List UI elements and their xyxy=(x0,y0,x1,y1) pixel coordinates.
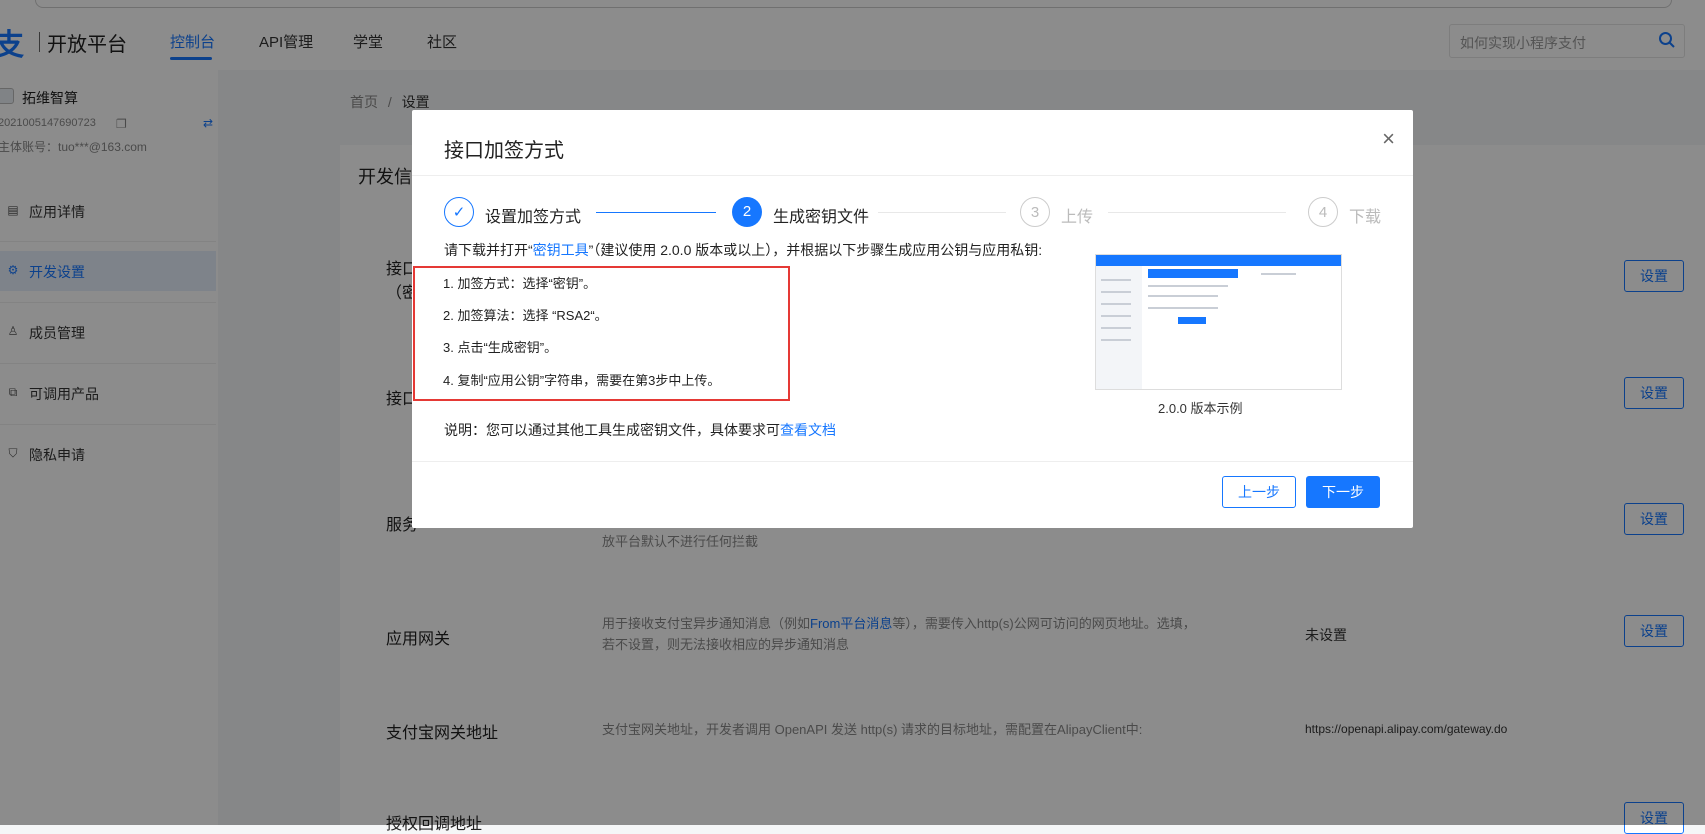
modal-divider xyxy=(412,175,1413,176)
example-line xyxy=(1101,291,1131,293)
sign-method-modal: 接口加签方式 × ✓ 设置加签方式 2 生成密钥文件 3 上传 4 下载 请下载… xyxy=(412,110,1413,528)
example-line xyxy=(1101,279,1131,281)
example-titlebar xyxy=(1096,255,1341,266)
page: 支 开放平台 控制台 API管理 学堂 社区 如何实现小程序支付 拓维智算 20… xyxy=(0,0,1705,834)
modal-footer-divider xyxy=(412,461,1413,462)
instruction-item: 2. 加签算法：选择 “RSA2“。 xyxy=(443,308,608,323)
example-line xyxy=(1148,307,1218,309)
example-line xyxy=(1101,339,1131,341)
example-line xyxy=(1148,285,1228,287)
step-2-number: 2 xyxy=(732,197,762,227)
intro-part-1: 请下载并打开“ xyxy=(444,242,533,258)
intro-part-2: ”（建议使用 2.0.0 版本或以上），并根据以下步骤生成应用公钥与应用私钥: xyxy=(588,242,1043,258)
example-line xyxy=(1148,295,1218,297)
step-connector xyxy=(596,212,716,213)
step-1-label: 设置加签方式 xyxy=(485,209,582,226)
view-docs-link[interactable]: 查看文档 xyxy=(780,422,836,438)
step-connector xyxy=(1108,212,1286,213)
instruction-item: 1. 加签方式：选择“密钥”。 xyxy=(443,276,597,291)
example-button xyxy=(1178,317,1206,324)
modal-title: 接口加签方式 xyxy=(444,140,564,162)
step-3-number: 3 xyxy=(1020,197,1050,227)
step-3-label: 上传 xyxy=(1061,209,1094,226)
close-icon[interactable]: × xyxy=(1382,126,1395,152)
example-line xyxy=(1101,327,1131,329)
step-4-label: 下载 xyxy=(1349,209,1382,226)
instruction-item: 4. 复制“应用公钥”字符串，需要在第3步中上传。 xyxy=(443,373,721,388)
step-1-check-icon: ✓ xyxy=(444,197,474,227)
step-connector xyxy=(878,212,1006,213)
prev-step-button[interactable]: 上一步 xyxy=(1222,476,1296,508)
key-tool-link[interactable]: 密钥工具 xyxy=(533,242,589,258)
example-line xyxy=(1101,315,1131,317)
example-screenshot xyxy=(1095,254,1342,390)
example-active-tab xyxy=(1148,269,1238,278)
example-line xyxy=(1261,273,1296,275)
instruction-item: 3. 点击“生成密钥”。 xyxy=(443,340,558,355)
note-text: 说明：您可以通过其他工具生成密钥文件，具体要求可查看文档 xyxy=(444,420,836,440)
note-part-1: 说明：您可以通过其他工具生成密钥文件，具体要求可 xyxy=(444,422,780,438)
example-line xyxy=(1101,303,1131,305)
intro-text: 请下载并打开“密钥工具”（建议使用 2.0.0 版本或以上），并根据以下步骤生成… xyxy=(444,240,1042,260)
step-4-number: 4 xyxy=(1308,197,1338,227)
example-caption: 2.0.0 版本示例 xyxy=(1158,401,1243,416)
next-step-button[interactable]: 下一步 xyxy=(1306,476,1380,508)
step-2-label: 生成密钥文件 xyxy=(773,209,870,226)
